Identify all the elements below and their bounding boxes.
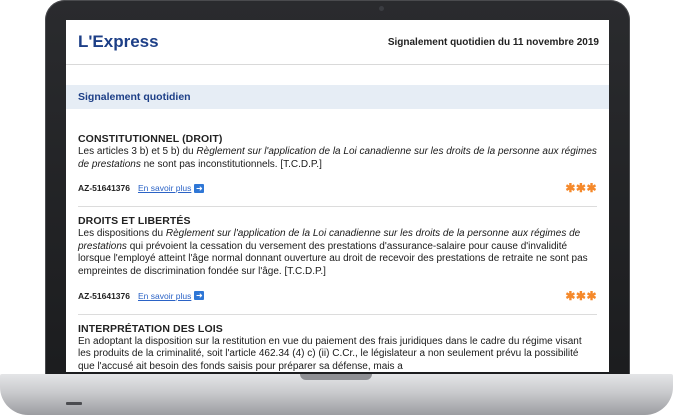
reference-number: AZ-51641376 bbox=[78, 183, 130, 194]
article-constitutionnel: CONSTITUTIONNEL (DROIT) Les articles 3 b… bbox=[66, 133, 609, 196]
article-heading: DROITS ET LIBERTÉS bbox=[78, 215, 191, 228]
article-heading: INTERPRÉTATION DES LOIS bbox=[78, 322, 223, 335]
section-title: Signalement quotidien bbox=[78, 91, 191, 103]
laptop-base bbox=[0, 374, 673, 415]
article-body-text: qui prévoient la cessation du versement … bbox=[78, 240, 588, 277]
article-body-text: Les dispositions du bbox=[78, 228, 166, 240]
usb-port bbox=[66, 402, 82, 405]
article-divider bbox=[78, 206, 597, 208]
article-meta: AZ-51641376 En savoir plus ➜ ✱✱✱ bbox=[78, 180, 597, 196]
rating-stars: ✱✱✱ bbox=[565, 288, 597, 303]
newsletter-date: Signalement quotidien du 11 novembre 201… bbox=[387, 36, 599, 48]
camera-icon bbox=[379, 6, 384, 11]
article-body-text: ne sont pas inconstitutionnels. [T.C.D.P… bbox=[140, 158, 322, 170]
read-more-link[interactable]: En savoir plus bbox=[138, 183, 191, 193]
article-meta: AZ-51641376 En savoir plus ➜ ✱✱✱ bbox=[78, 288, 597, 304]
laptop-notch bbox=[300, 374, 372, 380]
article-droits-libertes: DROITS ET LIBERTÉS Les dispositions du R… bbox=[66, 215, 609, 303]
article-interpretation-lois: INTERPRÉTATION DES LOIS En adoptant la d… bbox=[66, 323, 609, 372]
article-divider bbox=[78, 313, 597, 315]
section-bar: Signalement quotidien bbox=[66, 85, 609, 109]
article-body: Les articles 3 b) et 5 b) du Règlement s… bbox=[78, 146, 597, 171]
article-body: Les dispositions du Règlement sur l'appl… bbox=[78, 228, 597, 278]
rating-stars: ✱✱✱ bbox=[565, 181, 597, 196]
arrow-right-icon[interactable]: ➜ bbox=[194, 291, 205, 301]
read-more-link[interactable]: En savoir plus bbox=[138, 291, 191, 301]
arrow-right-icon[interactable]: ➜ bbox=[194, 183, 205, 193]
article-body-text: Les articles 3 b) et 5 b) du bbox=[78, 146, 197, 157]
laptop-screen: L'Express Signalement quotidien du 11 no… bbox=[66, 20, 609, 372]
article-body: En adoptant la disposition sur la restit… bbox=[78, 335, 582, 372]
article-heading: CONSTITUTIONNEL (DROIT) bbox=[78, 133, 223, 145]
newsletter-header: L'Express Signalement quotidien du 11 no… bbox=[66, 20, 609, 65]
reference-number: AZ-51641376 bbox=[78, 290, 130, 301]
brand-logo[interactable]: L'Express bbox=[78, 32, 159, 52]
